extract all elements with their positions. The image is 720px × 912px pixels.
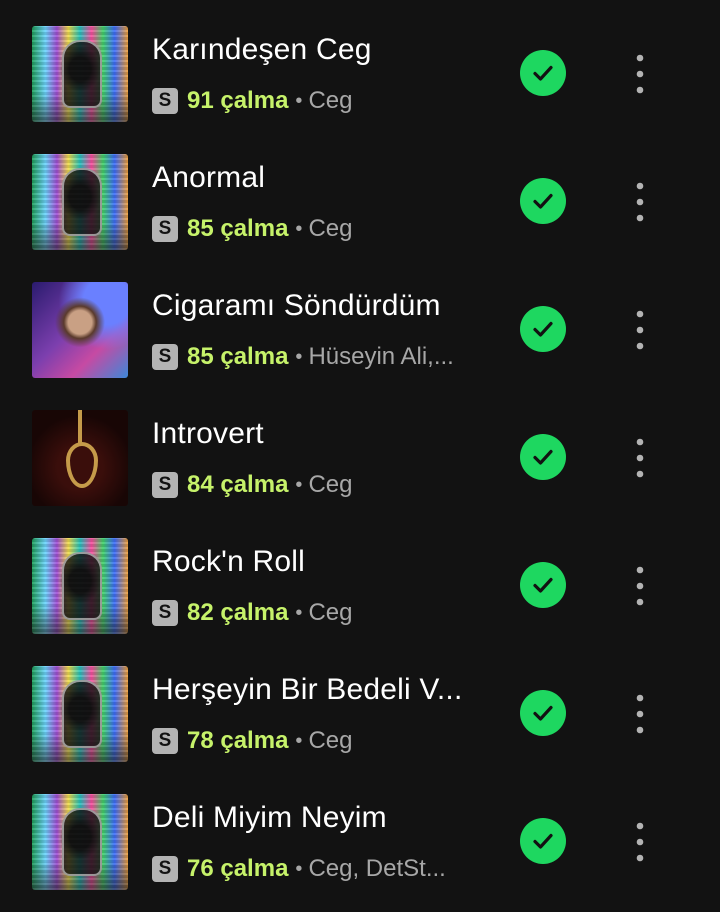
track-meta: S 85 çalma • Hüseyin Ali,... (152, 340, 482, 374)
song-badge: S (152, 472, 178, 498)
downloaded-check-icon[interactable] (520, 50, 566, 96)
more-options-icon[interactable] (620, 46, 660, 102)
track-row[interactable]: Introvert S 84 çalma • Ceg (0, 384, 720, 512)
song-badge: S (152, 728, 178, 754)
separator-dot: • (295, 729, 303, 752)
downloaded-check-icon[interactable] (520, 434, 566, 480)
separator-dot: • (295, 89, 303, 112)
album-cover (32, 282, 128, 378)
artist-name: Ceg (308, 87, 353, 114)
artist-name: Ceg (308, 599, 353, 626)
downloaded-check-icon[interactable] (520, 562, 566, 608)
album-cover (32, 794, 128, 890)
track-meta: S 78 çalma • Ceg (152, 724, 482, 758)
track-title: Introvert (152, 417, 264, 450)
play-count: 85 çalma (187, 215, 289, 242)
more-options-icon[interactable] (620, 558, 660, 614)
artist-name: Ceg (308, 215, 353, 242)
track-row[interactable]: Karındeşen Ceg S 91 çalma • Ceg (0, 0, 720, 128)
track-title: Anormal (152, 161, 266, 194)
track-meta: S 82 çalma • Ceg (152, 596, 482, 630)
track-row[interactable]: Deli Miyim Neyim S 76 çalma • Ceg, DetSt… (0, 768, 720, 896)
track-title: Cigaramı Söndürdüm (152, 289, 441, 322)
track-meta: S 76 çalma • Ceg, DetSt... (152, 852, 482, 886)
track-meta: S 84 çalma • Ceg (152, 468, 482, 502)
track-list: Karındeşen Ceg S 91 çalma • Ceg Anormal … (0, 0, 720, 912)
play-count: 78 çalma (187, 727, 289, 754)
artist-name: Ceg (308, 471, 353, 498)
separator-dot: • (295, 217, 303, 240)
album-cover (32, 154, 128, 250)
track-meta: S 85 çalma • Ceg (152, 212, 482, 246)
separator-dot: • (295, 473, 303, 496)
artist-name: Ceg, DetSt... (308, 855, 446, 882)
play-count: 76 çalma (187, 855, 289, 882)
downloaded-check-icon[interactable] (520, 690, 566, 736)
more-options-icon[interactable] (620, 814, 660, 870)
play-count: 91 çalma (187, 87, 289, 114)
artist-name: Hüseyin Ali,... (308, 343, 454, 370)
song-badge: S (152, 344, 178, 370)
track-title: Deli Miyim Neyim (152, 801, 387, 834)
downloaded-check-icon[interactable] (520, 306, 566, 352)
track-row[interactable]: Anormal S 85 çalma • Ceg (0, 128, 720, 256)
separator-dot: • (295, 857, 303, 880)
track-row[interactable]: Rock'n Roll S 82 çalma • Ceg (0, 512, 720, 640)
track-row[interactable]: Herşeyin Bir Bedeli V... S 78 çalma • Ce… (0, 640, 720, 768)
play-count: 85 çalma (187, 343, 289, 370)
separator-dot: • (295, 345, 303, 368)
song-badge: S (152, 216, 178, 242)
song-badge: S (152, 600, 178, 626)
album-cover (32, 26, 128, 122)
more-options-icon[interactable] (620, 302, 660, 358)
track-row[interactable]: Cigaramı Söndürdüm S 85 çalma • Hüseyin … (0, 256, 720, 384)
more-options-icon[interactable] (620, 686, 660, 742)
more-options-icon[interactable] (620, 174, 660, 230)
album-cover (32, 410, 128, 506)
more-options-icon[interactable] (620, 430, 660, 486)
artist-name: Ceg (308, 727, 353, 754)
play-count: 82 çalma (187, 599, 289, 626)
album-cover (32, 666, 128, 762)
separator-dot: • (295, 601, 303, 624)
song-badge: S (152, 856, 178, 882)
track-title: Herşeyin Bir Bedeli V... (152, 673, 463, 706)
track-title: Rock'n Roll (152, 545, 305, 578)
track-meta: S 91 çalma • Ceg (152, 84, 482, 118)
song-badge: S (152, 88, 178, 114)
downloaded-check-icon[interactable] (520, 818, 566, 864)
album-cover (32, 538, 128, 634)
play-count: 84 çalma (187, 471, 289, 498)
track-title: Karındeşen Ceg (152, 33, 372, 66)
downloaded-check-icon[interactable] (520, 178, 566, 224)
